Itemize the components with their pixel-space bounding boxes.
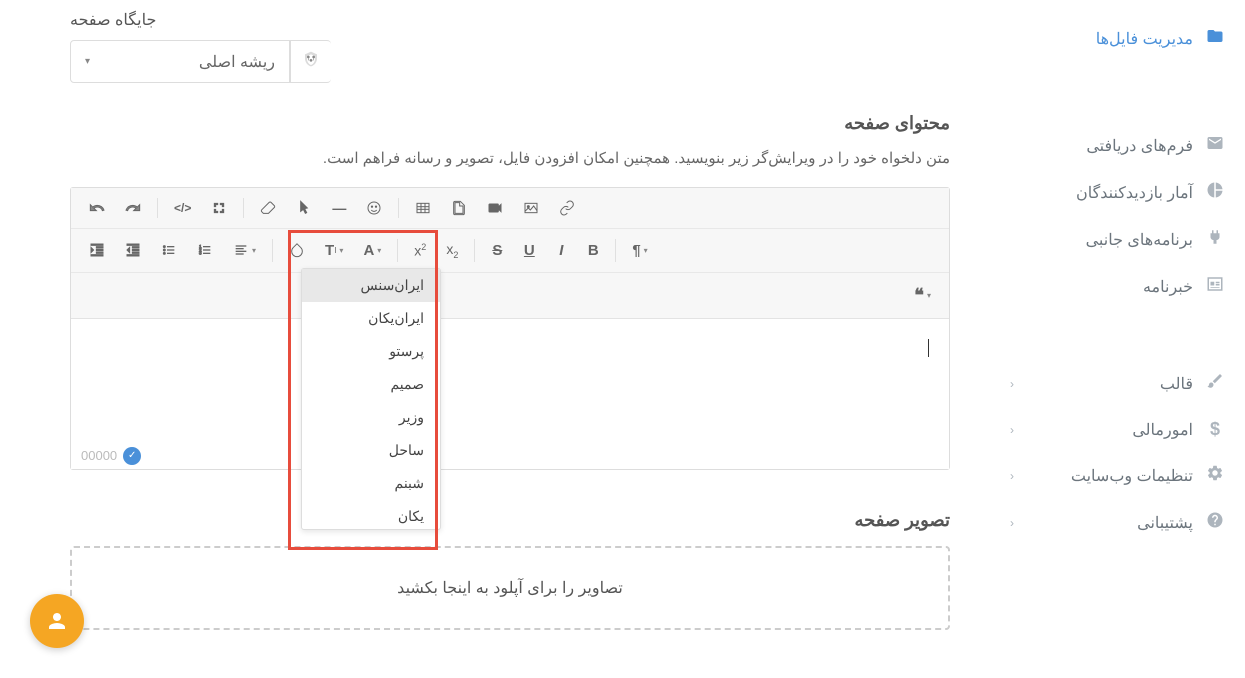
font-size-button[interactable]: TI [315, 235, 353, 266]
sidebar-label: مدیریت فایل‌ها [1096, 29, 1193, 49]
plug-icon [1205, 228, 1225, 251]
gear-icon [1205, 464, 1225, 487]
quote-button[interactable]: ❝ [904, 279, 941, 312]
font-option[interactable]: صمیم [302, 368, 440, 401]
folder-icon [1205, 27, 1225, 50]
subscript-button[interactable]: x2 [436, 235, 468, 266]
envelope-icon [1205, 134, 1225, 157]
sidebar-item-theme[interactable]: قالب ‹ [1010, 360, 1225, 407]
italic-button[interactable]: I [545, 235, 577, 266]
sidebar-label: تنظیمات وب‌سایت [1071, 466, 1193, 486]
file-button[interactable] [441, 194, 477, 222]
superscript-button[interactable]: x2 [404, 235, 436, 266]
link-button[interactable] [549, 194, 585, 222]
rich-text-editor: </> — [70, 187, 950, 470]
outdent-button[interactable] [79, 235, 115, 266]
font-option[interactable]: پرستو [302, 335, 440, 368]
sidebar: مدیریت فایل‌ها فرم‌های دریافتی آمار بازد… [990, 0, 1245, 678]
number-list-button[interactable]: 123 [187, 235, 223, 266]
image-dropzone[interactable]: تصاویر را برای آپلود به اینجا بکشید [70, 546, 950, 630]
font-option[interactable]: شبنم [302, 467, 440, 500]
sidebar-label: برنامه‌های جانبی [1086, 230, 1193, 250]
sidebar-item-support[interactable]: پشتیبانی ‹ [1010, 499, 1225, 546]
page-position-label: جایگاه صفحه [70, 10, 156, 30]
page-position-select[interactable]: ریشه اصلی ▾ [70, 40, 290, 83]
editor-textarea[interactable]: ✓ 00000 [71, 319, 949, 469]
redo-button[interactable] [115, 194, 151, 222]
sidebar-label: پشتیبانی [1137, 513, 1193, 533]
word-count-value: 00000 [81, 448, 117, 463]
dropzone-text: تصاویر را برای آپلود به اینجا بکشید [397, 580, 623, 597]
sidebar-item-forms[interactable]: فرم‌های دریافتی [1010, 122, 1225, 169]
support-float-button[interactable] [30, 594, 84, 648]
underline-button[interactable]: U [513, 235, 545, 266]
font-option[interactable]: یکان [302, 500, 440, 529]
table-button[interactable] [405, 194, 441, 222]
page-position-addon-button[interactable] [290, 40, 331, 83]
paragraph-button[interactable]: ¶ [622, 235, 657, 266]
hr-button[interactable]: — [322, 194, 356, 222]
chevron-left-icon: ‹ [1010, 423, 1014, 437]
eraser-button[interactable] [250, 194, 286, 222]
font-option[interactable]: وزیر [302, 401, 440, 434]
sidebar-label: خبرنامه [1143, 277, 1193, 297]
sidebar-item-visitors[interactable]: آمار بازدیدکنندگان [1010, 169, 1225, 216]
undo-button[interactable] [79, 194, 115, 222]
strikethrough-button[interactable]: S [481, 235, 513, 266]
fullscreen-button[interactable] [201, 194, 237, 222]
emoji-button[interactable] [356, 194, 392, 222]
sidebar-item-financial[interactable]: $ امورمالی ‹ [1010, 407, 1225, 452]
page-image-section: تصویر صفحه تصاویر را برای آپلود به اینجا… [70, 510, 950, 630]
code-view-button[interactable]: </> [164, 194, 201, 222]
sidebar-item-settings[interactable]: تنظیمات وب‌سایت ‹ [1010, 452, 1225, 499]
sidebar-item-file-manager[interactable]: مدیریت فایل‌ها [1010, 15, 1225, 62]
page-position-field: جایگاه صفحه ریشه اصلی ▾ [70, 10, 950, 83]
sidebar-label: آمار بازدیدکنندگان [1076, 183, 1193, 203]
chevron-down-icon: ▾ [85, 56, 90, 67]
video-button[interactable] [477, 194, 513, 222]
content-title: محتوای صفحه [70, 113, 950, 134]
sidebar-item-newsletter[interactable]: خبرنامه [1010, 263, 1225, 310]
check-icon: ✓ [123, 447, 141, 465]
bold-button[interactable]: B [577, 235, 609, 266]
help-icon [1205, 511, 1225, 534]
font-option[interactable]: ساحل [302, 434, 440, 467]
bg-color-button[interactable] [279, 235, 315, 266]
svg-text:3: 3 [199, 251, 202, 256]
chevron-left-icon: ‹ [1010, 469, 1014, 483]
font-option[interactable]: ایران‌سنس [302, 269, 440, 302]
align-button[interactable] [223, 235, 266, 266]
image-button[interactable] [513, 194, 549, 222]
chevron-left-icon: ‹ [1010, 516, 1014, 530]
select-value: ریشه اصلی [199, 52, 275, 72]
sidebar-label: فرم‌های دریافتی [1086, 136, 1193, 156]
font-family-button[interactable]: A [353, 235, 391, 266]
content-section: محتوای صفحه متن دلخواه خود را در ویرایش‌… [70, 113, 950, 470]
pie-chart-icon [1205, 181, 1225, 204]
sidebar-label: قالب [1160, 374, 1193, 394]
content-description: متن دلخواه خود را در ویرایش‌گر زیر بنویس… [70, 149, 950, 167]
cursor-button[interactable] [286, 194, 322, 222]
sidebar-item-plugins[interactable]: برنامه‌های جانبی [1010, 216, 1225, 263]
font-option[interactable]: ایران‌یکان [302, 302, 440, 335]
editor-toolbar: </> — [71, 188, 949, 319]
indent-button[interactable] [115, 235, 151, 266]
bullet-list-button[interactable] [151, 235, 187, 266]
main-content: جایگاه صفحه ریشه اصلی ▾ محتوای صفحه متن … [0, 0, 990, 678]
sidebar-label: امورمالی [1132, 420, 1193, 440]
image-section-title: تصویر صفحه [70, 510, 950, 531]
brush-icon [1205, 372, 1225, 395]
chevron-left-icon: ‹ [1010, 377, 1014, 391]
newspaper-icon [1205, 275, 1225, 298]
dollar-icon: $ [1205, 419, 1225, 440]
word-count-badge: ✓ 00000 [71, 443, 151, 469]
font-family-dropdown: ایران‌سنس ایران‌یکان پرستو صمیم وزیر ساح… [301, 268, 441, 530]
